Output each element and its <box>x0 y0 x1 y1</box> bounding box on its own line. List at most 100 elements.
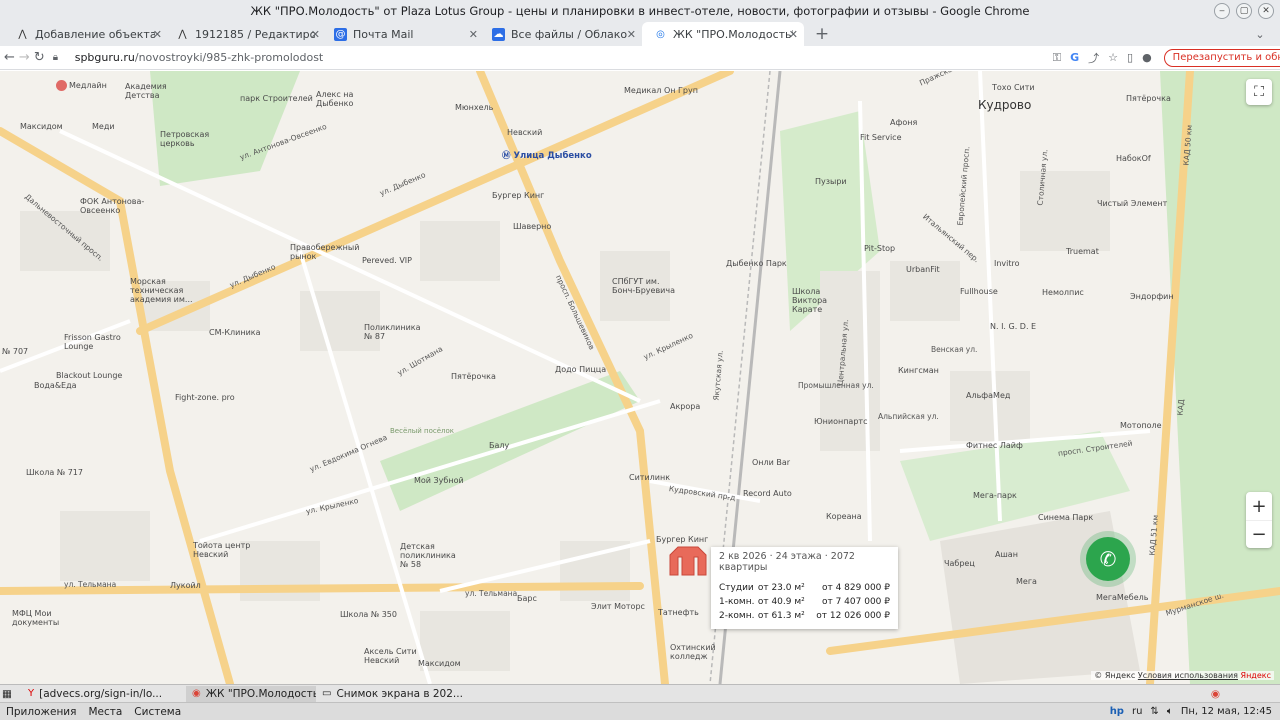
poi-label[interactable]: № 707 <box>2 347 28 356</box>
poi-label[interactable]: Школа Виктора Карате <box>792 287 852 314</box>
poi-label[interactable]: Детская поликлиника № 58 <box>400 542 460 569</box>
share-icon[interactable]: ⤴ <box>1088 50 1099 66</box>
clock[interactable]: Пн, 12 мая, 12:45 <box>1181 706 1272 717</box>
poi-label[interactable]: Правобережный рынок <box>290 243 360 261</box>
poi-label[interactable]: ФОК Антонова-Овсеенко <box>80 197 150 215</box>
poi-label[interactable]: Бургер Кинг <box>492 191 544 200</box>
close-window-button[interactable]: ✕ <box>1258 3 1274 19</box>
poi-label[interactable]: Поликлиника № 87 <box>364 323 424 341</box>
poi-label[interactable]: N. I. G. D. E <box>990 322 1036 331</box>
poi-label[interactable]: Чистый Элемент <box>1097 199 1167 208</box>
poi-label[interactable]: Петровская церковь <box>160 130 220 148</box>
poi-label[interactable]: Академия Детства <box>125 82 185 100</box>
poi-label[interactable]: Дыбенко Парк <box>726 259 787 268</box>
poi-label[interactable]: Truemat <box>1066 247 1099 256</box>
google-icon[interactable]: G <box>1070 51 1079 64</box>
volume-icon[interactable]: 🔈︎ <box>1167 706 1173 717</box>
tab-close-icon[interactable]: ✕ <box>789 28 798 41</box>
poi-label[interactable]: Blackout Lounge <box>56 371 122 380</box>
poi-label[interactable]: Морская техническая академия им... <box>130 277 200 304</box>
poi-label[interactable]: Тохо Сити <box>992 83 1035 92</box>
password-key-icon[interactable]: ⚿ <box>1053 51 1061 65</box>
poi-label[interactable]: Ситилинк <box>629 473 670 482</box>
poi-label[interactable]: Fullhouse <box>960 287 998 296</box>
poi-label[interactable]: Пузыри <box>815 177 847 186</box>
poi-label[interactable]: UrbanFit <box>906 265 940 274</box>
poi-label[interactable]: Pereved. VIP <box>362 256 412 265</box>
poi-label[interactable]: Мотополе <box>1120 421 1162 430</box>
poi-label[interactable]: Мега-парк <box>973 491 1017 500</box>
zoom-out-button[interactable]: − <box>1246 520 1272 548</box>
terms-link[interactable]: Условия использования <box>1138 671 1238 680</box>
poi-label[interactable]: Медикал Он Груп <box>624 86 698 95</box>
minimize-button[interactable]: ‒ <box>1214 3 1230 19</box>
poi-label[interactable]: Онли Ваr <box>752 458 790 467</box>
menu-places[interactable]: Места <box>82 706 128 718</box>
tab-promolodost[interactable]: ◎ ЖК "ПРО.Молодость" от ✕ <box>642 22 804 46</box>
tab-close-icon[interactable]: ✕ <box>153 28 162 41</box>
hp-icon[interactable]: hp <box>1110 706 1124 717</box>
zoom-in-button[interactable]: + <box>1246 492 1272 520</box>
poi-label[interactable]: Афоня <box>890 118 917 127</box>
menu-applications[interactable]: Приложения <box>0 706 82 718</box>
poi-label[interactable]: Вода&Еда <box>34 381 77 390</box>
poi-label[interactable]: Эндорфин <box>1130 292 1174 301</box>
new-tab-button[interactable]: + <box>810 22 834 46</box>
poi-label[interactable]: Элит Моторс <box>591 602 645 611</box>
address-bar[interactable]: 🔒︎ spbguru.ru/novostroyki/985-zhk-promol… <box>53 47 953 69</box>
poi-label[interactable]: АльфаМед <box>966 391 1010 400</box>
poi-label[interactable]: Пятёрочка <box>1126 94 1171 103</box>
poi-label[interactable]: Максидом <box>20 122 63 131</box>
poi-label[interactable]: Invitro <box>994 259 1020 268</box>
complex-building-marker-icon[interactable] <box>668 543 708 577</box>
poi-label[interactable]: Тойота центр Невский <box>193 541 253 559</box>
forward-arrow-icon[interactable]: → <box>19 47 30 69</box>
maximize-button[interactable]: ▢ <box>1236 3 1252 19</box>
poi-label[interactable]: Пятёрочка <box>451 372 496 381</box>
poi-label[interactable]: Кореана <box>826 512 862 521</box>
poi-label[interactable]: Лукойл <box>170 581 201 590</box>
tab-editing[interactable]: ⋀ 1912185 / Редактирование ✕ <box>164 22 326 46</box>
poi-label[interactable]: Мюнхель <box>455 103 493 112</box>
poi-label[interactable]: МФЦ Мои документы <box>12 609 62 627</box>
poi-label[interactable]: Фитнес Лайф <box>966 441 1023 450</box>
poi-label[interactable]: Fit Service <box>860 133 902 142</box>
yandex-logo[interactable]: Яндекс <box>1241 671 1271 680</box>
poi-label[interactable]: Синема Парк <box>1038 513 1093 522</box>
poi-label[interactable]: Мега <box>1016 577 1037 586</box>
poi-label[interactable]: Аксель Сити Невский <box>364 647 424 665</box>
taskbar-window-chrome[interactable]: ◉ ЖК "ПРО.Молодость... <box>186 685 316 702</box>
network-icon[interactable]: ⇅ <box>1150 706 1158 717</box>
poi-label[interactable]: Охтинский колледж <box>670 643 720 661</box>
tab-add-object[interactable]: ⋀ Добавление объекта ✕ <box>4 22 168 46</box>
poi-label[interactable]: Ашан <box>995 550 1018 559</box>
poi-label[interactable]: Школа № 350 <box>340 610 397 619</box>
taskbar-window-screenshot[interactable]: ▭ Снимок экрана в 202... <box>316 686 476 702</box>
menu-system[interactable]: Система <box>128 706 187 718</box>
bookmark-star-icon[interactable]: ☆ <box>1108 51 1118 64</box>
poi-label[interactable]: парк Строителей <box>240 94 313 103</box>
tab-search-chevron-icon[interactable]: ⌄ <box>1250 22 1270 46</box>
poi-label[interactable]: СПбГУТ им. Бонч-Бруевича <box>612 277 682 295</box>
poi-label[interactable]: Акрора <box>670 402 700 411</box>
taskbar-window-advecs[interactable]: Y [advecs.org/sign-in/lo... <box>22 686 186 702</box>
poi-label[interactable]: Мой Зубной <box>414 476 464 485</box>
poi-label[interactable]: Frisson Gastro Lounge <box>64 333 124 351</box>
show-desktop-icon[interactable]: ▦ <box>2 688 22 700</box>
poi-label[interactable]: Юнионпартс <box>814 417 867 426</box>
phone-call-button[interactable]: ✆ <box>1086 537 1130 581</box>
reload-icon[interactable]: ↻ <box>34 47 45 69</box>
poi-label[interactable]: Чабрец <box>944 559 975 568</box>
poi-label[interactable]: Меди <box>92 122 115 131</box>
poi-label[interactable]: Pit-Stop <box>864 244 895 253</box>
poi-label[interactable]: Немолпис <box>1042 288 1084 297</box>
poi-label[interactable]: Максидом <box>418 659 461 668</box>
poi-label[interactable]: Додо Пицца <box>555 365 606 374</box>
chrome-tray-icon[interactable]: ◉ <box>1211 688 1220 700</box>
poi-label[interactable]: МегаМебель <box>1096 593 1148 602</box>
poi-label[interactable]: НабокОf <box>1116 154 1151 163</box>
tab-cloud[interactable]: ☁ Все файлы / Облако Mail ✕ <box>480 22 642 46</box>
poi-label[interactable]: Шаверно <box>513 222 551 231</box>
fullscreen-button[interactable]: ⛶ <box>1246 79 1272 105</box>
side-panel-icon[interactable]: ▯ <box>1127 51 1133 64</box>
